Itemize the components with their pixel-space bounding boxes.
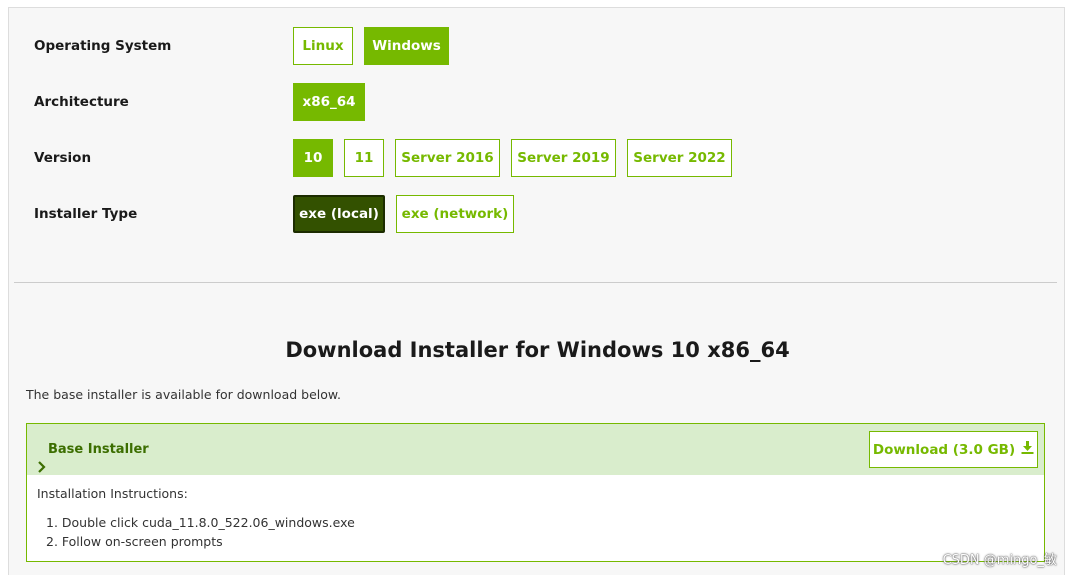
base-installer-title: Base Installer xyxy=(48,442,149,457)
version-option-server-2022[interactable]: Server 2022 xyxy=(627,139,732,177)
chevron-right-icon xyxy=(37,444,47,473)
installation-step: 2. Follow on-screen prompts xyxy=(46,534,223,549)
installation-instructions-label: Installation Instructions: xyxy=(37,486,188,501)
installer-type-label: Installer Type xyxy=(34,206,138,222)
download-button-label: Download (3.0 GB) xyxy=(872,441,1016,458)
download-heading: Download Installer for Windows 10 x86_64 xyxy=(285,338,790,362)
section-divider xyxy=(14,282,1057,283)
base-installer-box: Base Installer Download (3.0 GB) Install… xyxy=(26,423,1045,562)
installer-option-exe-local[interactable]: exe (local) xyxy=(293,195,385,233)
version-option-10[interactable]: 10 xyxy=(293,139,333,177)
cuda-download-panel: Operating System Linux Windows Architect… xyxy=(8,7,1065,575)
installer-type-options: exe (local) exe (network) xyxy=(293,195,514,233)
base-installer-toggle[interactable]: Base Installer xyxy=(37,424,149,475)
version-option-11[interactable]: 11 xyxy=(344,139,384,177)
download-icon xyxy=(1021,441,1034,458)
version-options: 10 11 Server 2016 Server 2019 Server 202… xyxy=(293,139,732,177)
os-options: Linux Windows xyxy=(293,27,449,65)
version-option-server-2016[interactable]: Server 2016 xyxy=(395,139,500,177)
installation-steps: 1. Double click cuda_11.8.0_522.06_windo… xyxy=(46,513,355,551)
os-option-windows[interactable]: Windows xyxy=(364,27,449,65)
os-label: Operating System xyxy=(34,38,172,54)
architecture-label: Architecture xyxy=(34,94,129,110)
os-option-linux[interactable]: Linux xyxy=(293,27,353,65)
watermark-text: CSDN @mingo_敏 xyxy=(942,553,1057,568)
installer-option-exe-network[interactable]: exe (network) xyxy=(396,195,514,233)
version-label: Version xyxy=(34,150,92,166)
download-note: The base installer is available for down… xyxy=(26,387,341,402)
base-installer-header[interactable]: Base Installer Download (3.0 GB) xyxy=(27,424,1044,475)
architecture-options: x86_64 xyxy=(293,83,365,121)
download-button[interactable]: Download (3.0 GB) xyxy=(869,431,1038,468)
version-option-server-2019[interactable]: Server 2019 xyxy=(511,139,616,177)
installation-step: 1. Double click cuda_11.8.0_522.06_windo… xyxy=(46,515,355,530)
arch-option-x86-64[interactable]: x86_64 xyxy=(293,83,365,121)
